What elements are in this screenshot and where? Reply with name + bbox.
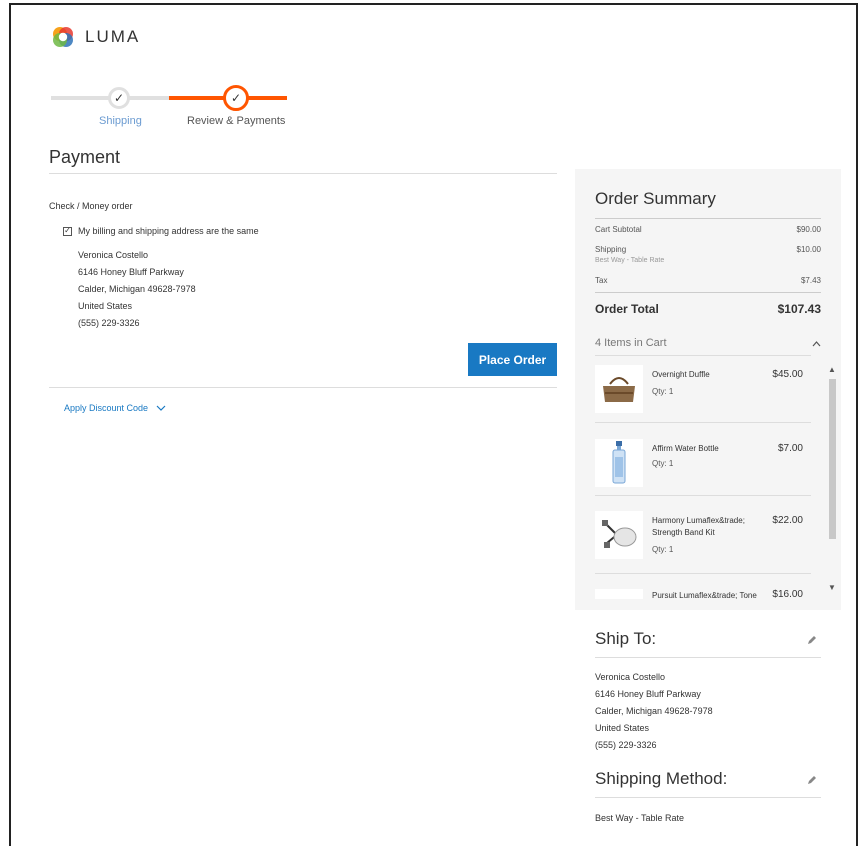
billing-country: United States: [78, 301, 133, 311]
order-summary: Order Summary Cart Subtotal $90.00 Shipp…: [575, 169, 841, 610]
order-total-label: Order Total: [595, 302, 659, 316]
ship-city: Calder, Michigan 49628-7978: [595, 706, 713, 716]
item-name: Overnight Duffle: [652, 370, 710, 379]
item-qty: Qty: 1: [652, 545, 674, 554]
duffle-bag-icon: [595, 365, 643, 413]
subtotal-label: Cart Subtotal: [595, 225, 642, 234]
shipping-method-title: Shipping Method:: [595, 769, 728, 788]
divider: [49, 387, 557, 388]
item-name: Harmony Lumaflex&trade; Strength Band Ki…: [652, 516, 745, 537]
water-bottle-icon: [595, 439, 643, 487]
divider: [49, 173, 557, 174]
shipping-label: Shipping: [595, 245, 627, 254]
scroll-thumb[interactable]: [829, 379, 836, 539]
divider: [595, 218, 821, 219]
cart-item: Pursuit Lumaflex&trade; Tone $16.00: [595, 583, 811, 599]
cart-item: Harmony Lumaflex&trade; Strength Band Ki…: [595, 505, 811, 581]
item-qty: Qty: 1: [652, 459, 674, 468]
tax-value: $7.43: [800, 276, 821, 285]
same-address-checkbox[interactable]: ✓: [63, 226, 72, 236]
step-review-label: Review & Payments: [187, 115, 286, 127]
divider: [595, 657, 821, 658]
shipping-value: $10.00: [796, 245, 821, 254]
divider: [595, 355, 811, 356]
brand-name: LUMA: [85, 27, 141, 46]
cart-items-list: Overnight Duffle Qty: 1 $45.00 Affirm Wa…: [595, 355, 821, 599]
order-total-row: Order Total $107.43: [595, 302, 821, 316]
divider: [595, 573, 811, 574]
apply-discount-label[interactable]: Apply Discount Code: [64, 403, 148, 413]
billing-city: Calder, Michigan 49628-7978: [78, 284, 196, 294]
edit-ship-to-pencil-icon[interactable]: [807, 635, 817, 645]
item-qty: Qty: 1: [652, 387, 674, 396]
item-name: Pursuit Lumaflex&trade; Tone: [652, 591, 757, 599]
chevron-down-icon[interactable]: [156, 405, 166, 411]
tax-label: Tax: [595, 276, 608, 285]
item-price: $22.00: [772, 515, 803, 526]
subtotal-value: $90.00: [796, 225, 821, 234]
payment-title: Payment: [49, 147, 121, 167]
billing-phone: (555) 229-3326: [78, 318, 140, 328]
items-scrollbar[interactable]: ▲ ▼: [828, 365, 836, 592]
billing-name: Veronica Costello: [78, 250, 149, 260]
scroll-up-icon[interactable]: ▲: [828, 365, 836, 374]
item-price: $45.00: [772, 369, 803, 380]
same-address-label[interactable]: My billing and shipping address are the …: [78, 226, 259, 236]
ship-phone: (555) 229-3326: [595, 740, 657, 750]
apply-discount-toggle[interactable]: Apply Discount Code: [64, 403, 166, 413]
item-price: $7.00: [777, 443, 803, 454]
scroll-down-icon[interactable]: ▼: [828, 583, 836, 592]
luma-logo-icon: [53, 27, 73, 47]
ship-street: 6146 Honey Bluff Parkway: [595, 689, 701, 699]
edit-shipping-method-pencil-icon[interactable]: [807, 775, 817, 785]
divider: [595, 495, 811, 496]
cart-item: Overnight Duffle Qty: 1 $45.00: [595, 359, 811, 435]
items-in-cart-toggle[interactable]: 4 Items in Cart: [595, 337, 821, 349]
ship-country: United States: [595, 723, 650, 733]
billing-street: 6146 Honey Bluff Parkway: [78, 267, 184, 277]
step-shipping-check-icon[interactable]: ✓: [108, 87, 130, 109]
items-in-cart-label[interactable]: 4 Items in Cart: [595, 337, 667, 349]
place-order-button[interactable]: Place Order: [468, 343, 557, 376]
order-summary-title: Order Summary: [595, 189, 716, 208]
ship-to-title: Ship To:: [595, 629, 657, 648]
luma-logo[interactable]: LUMA: [51, 25, 140, 49]
billing-address: Veronica Costello 6146 Honey Bluff Parkw…: [78, 247, 196, 332]
same-address-checkbox-row[interactable]: ✓ My billing and shipping address are th…: [63, 226, 259, 236]
chevron-up-icon[interactable]: [812, 341, 821, 347]
ship-to-address: Veronica Costello 6146 Honey Bluff Parkw…: [595, 669, 713, 754]
subtotal-row: Cart Subtotal $90.00: [595, 225, 821, 234]
order-total-value: $107.43: [777, 302, 821, 316]
tone-band-icon: [595, 589, 643, 599]
step-review-check-icon: ✓: [223, 85, 249, 111]
ship-name: Veronica Costello: [595, 672, 666, 682]
divider: [595, 797, 821, 798]
shipping-method-sub: Best Way - Table Rate: [595, 257, 665, 264]
band-kit-icon: [595, 511, 643, 559]
shipping-row: Shipping $10.00: [595, 245, 821, 254]
tax-row: Tax $7.43: [595, 276, 821, 285]
divider: [595, 292, 821, 293]
step-shipping-label[interactable]: Shipping: [99, 115, 142, 127]
item-name: Affirm Water Bottle: [652, 444, 719, 453]
divider: [595, 422, 811, 423]
checkout-progress: ✓ ✓ Shipping Review & Payments: [51, 83, 291, 133]
checkout-page: LUMA ✓ ✓ Shipping Review & Payments Paym…: [9, 3, 858, 846]
payment-method-label[interactable]: Check / Money order: [49, 201, 133, 211]
item-price: $16.00: [772, 589, 803, 599]
shipping-method-value: Best Way - Table Rate: [595, 813, 685, 823]
cart-item: Affirm Water Bottle Qty: 1 $7.00: [595, 433, 811, 509]
